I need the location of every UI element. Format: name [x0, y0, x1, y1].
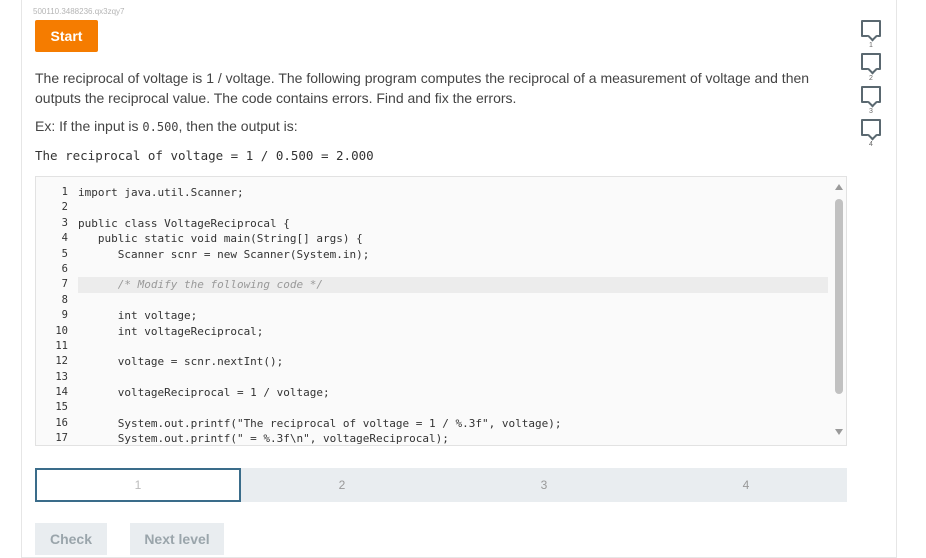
progress-box-icon: [861, 53, 881, 70]
expected-output: The reciprocal of voltage = 1 / 0.500 = …: [35, 148, 374, 163]
line-number: 10: [55, 324, 68, 337]
example-text: Ex: If the input is 0.500, then the outp…: [35, 118, 298, 134]
code-line[interactable]: voltageReciprocal = 1 / voltage;: [78, 385, 828, 400]
code-line[interactable]: int voltageReciprocal;: [78, 324, 828, 339]
line-number: 2: [61, 201, 68, 214]
progress-box-icon: [861, 20, 881, 37]
line-number: 7: [61, 278, 68, 291]
problem-prompt: The reciprocal of voltage is 1 / voltage…: [35, 70, 810, 106]
progress-box-icon: [861, 86, 881, 103]
code-line[interactable]: [78, 339, 828, 354]
progress-box-icon: [861, 119, 881, 136]
code-line[interactable]: System.out.printf(" = %.3f\n", voltageRe…: [78, 431, 828, 445]
scroll-down-arrow-icon[interactable]: [835, 429, 843, 435]
progress-number: 4: [869, 141, 873, 148]
line-number: 15: [55, 401, 68, 414]
code-line[interactable]: [78, 262, 828, 277]
level-tab-4[interactable]: 4: [645, 468, 847, 502]
code-line[interactable]: import java.util.Scanner;: [78, 185, 828, 200]
progress-indicator: 1 2 3 4: [860, 20, 882, 152]
line-number: 13: [55, 370, 68, 383]
code-line[interactable]: int voltage;: [78, 308, 828, 323]
code-line[interactable]: Scanner scnr = new Scanner(System.in);: [78, 247, 828, 262]
line-number: 1: [61, 186, 68, 198]
code-line[interactable]: [78, 293, 828, 308]
code-line[interactable]: public class VoltageReciprocal {: [78, 216, 828, 231]
challenge-id: 500110.3488236.qx3zqy7: [33, 7, 125, 16]
progress-number: 3: [869, 108, 873, 115]
level-tabs: 1 2 3 4: [35, 468, 847, 502]
line-number: 14: [55, 386, 68, 399]
code-line[interactable]: [78, 370, 828, 385]
level-tab-3[interactable]: 3: [443, 468, 645, 502]
line-number: 17: [55, 432, 68, 445]
code-editor[interactable]: 1 2 3 4 5 6 7 8 9 10 11 12 13 14 15 16 1…: [35, 176, 847, 446]
check-button[interactable]: Check: [35, 523, 107, 555]
line-number: 6: [61, 262, 68, 275]
start-button[interactable]: Start: [35, 20, 98, 52]
line-number: 4: [61, 232, 68, 245]
example-suffix: , then the output is:: [178, 118, 298, 134]
example-prefix: Ex: If the input is: [35, 118, 143, 134]
code-line-active[interactable]: /* Modify the following code */: [78, 277, 828, 293]
next-level-button[interactable]: Next level: [130, 523, 224, 555]
level-tab-2[interactable]: 2: [241, 468, 443, 502]
code-line[interactable]: [78, 400, 828, 415]
level-tab-1[interactable]: 1: [35, 468, 241, 502]
line-number: 11: [55, 339, 68, 352]
line-number: 9: [61, 309, 68, 322]
example-input: 0.500: [142, 120, 179, 134]
line-number: 8: [61, 293, 68, 306]
code-line[interactable]: System.out.printf("The reciprocal of vol…: [78, 416, 828, 431]
line-number: 16: [55, 416, 68, 429]
code-area[interactable]: import java.util.Scanner; public class V…: [78, 185, 828, 445]
line-number-gutter: 1 2 3 4 5 6 7 8 9 10 11 12 13 14 15 16 1…: [36, 185, 71, 445]
scrollbar-thumb[interactable]: [835, 199, 843, 394]
scroll-up-arrow-icon[interactable]: [835, 184, 843, 190]
code-line[interactable]: public static void main(String[] args) {: [78, 231, 828, 246]
progress-number: 2: [869, 75, 873, 82]
code-line[interactable]: voltage = scnr.nextInt();: [78, 354, 828, 369]
progress-number: 1: [869, 42, 873, 49]
code-line[interactable]: [78, 200, 828, 215]
line-number: 5: [61, 247, 68, 260]
line-number: 3: [61, 216, 68, 229]
line-number: 12: [55, 355, 68, 368]
